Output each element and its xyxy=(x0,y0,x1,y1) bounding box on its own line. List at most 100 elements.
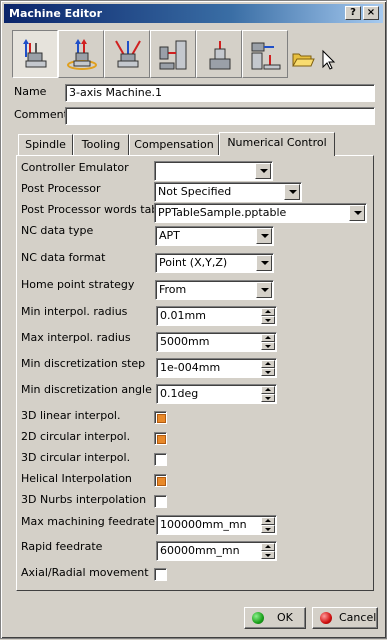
helical-label: Helical Interpolation xyxy=(21,472,132,485)
pp-words-table-value: PPTableSample.pptable xyxy=(158,206,287,219)
min-interpol-radius-spinner[interactable]: 0.01mm xyxy=(156,306,277,326)
max-machining-feedrate-label: Max machining feedrate xyxy=(21,515,155,528)
post-processor-select[interactable]: Not Specified xyxy=(154,182,302,202)
post-processor-label: Post Processor xyxy=(21,182,101,195)
spin-down-icon[interactable] xyxy=(261,342,275,350)
tab-numerical-control[interactable]: Numerical Control xyxy=(219,132,335,156)
home-point-strategy-label: Home point strategy xyxy=(21,278,135,291)
machine-3axis-button[interactable] xyxy=(12,30,58,78)
linear-3d-label: 3D linear interpol. xyxy=(21,409,121,422)
helical-checkbox[interactable] xyxy=(154,474,167,487)
nc-data-format-value: Point (X,Y,Z) xyxy=(159,256,228,269)
horizontal-machine-icon xyxy=(159,40,187,70)
rapid-feedrate-label: Rapid feedrate xyxy=(21,540,103,553)
vertical-machine-icon xyxy=(209,41,231,70)
controller-emulator-select[interactable] xyxy=(154,161,273,181)
min-interpol-radius-value: 0.01mm xyxy=(160,309,206,322)
window-title: Machine Editor xyxy=(9,7,103,20)
circular-3d-label: 3D circular interpol. xyxy=(21,451,131,464)
nc-data-type-select[interactable]: APT xyxy=(155,226,274,246)
spin-down-icon[interactable] xyxy=(261,394,275,402)
chevron-down-icon[interactable] xyxy=(256,228,272,244)
machine-editor-dialog: Machine Editor ? × Name 3-axis Machine.1… xyxy=(0,0,387,639)
select-arrow-icon xyxy=(322,49,336,70)
max-interpol-radius-label: Max interpol. radius xyxy=(21,331,131,344)
rapid-feedrate-spinner[interactable]: 60000mm_mn xyxy=(156,541,277,561)
horizontal-machine-button[interactable] xyxy=(150,30,196,78)
vertical-machine-button[interactable] xyxy=(196,30,242,78)
post-processor-value: Not Specified xyxy=(158,185,232,198)
min-discretization-step-value: 1e-004mm xyxy=(160,361,221,374)
machine-5axis-icon xyxy=(115,40,141,68)
circular-3d-checkbox[interactable] xyxy=(154,453,167,466)
machine-3axis-icon xyxy=(23,39,47,68)
lathe-machine-button[interactable] xyxy=(242,30,288,78)
close-button[interactable]: × xyxy=(363,6,379,20)
circular-2d-checkbox[interactable] xyxy=(154,432,167,445)
min-discretization-angle-spinner[interactable]: 0.1deg xyxy=(156,384,277,404)
spin-down-icon[interactable] xyxy=(261,551,275,559)
comment-label: Comment xyxy=(14,108,68,121)
max-interpol-radius-spinner[interactable]: 5000mm xyxy=(156,332,277,352)
chevron-down-icon[interactable] xyxy=(284,184,300,200)
ok-button[interactable]: OK xyxy=(244,607,306,629)
ok-label: OK xyxy=(277,611,293,624)
min-discretization-step-spinner[interactable]: 1e-004mm xyxy=(156,358,277,378)
nurbs-3d-label: 3D Nurbs interpolation xyxy=(21,493,147,506)
name-field[interactable]: 3-axis Machine.1 xyxy=(65,84,375,102)
pp-words-table-select[interactable]: PPTableSample.pptable xyxy=(154,203,367,223)
controller-emulator-label: Controller Emulator xyxy=(21,161,129,174)
axial-radial-label: Axial/Radial movement xyxy=(21,566,149,579)
axial-radial-checkbox[interactable] xyxy=(154,568,167,581)
open-folder-icon xyxy=(292,53,315,67)
linear-3d-checkbox[interactable] xyxy=(154,411,167,424)
chevron-down-icon[interactable] xyxy=(255,163,271,179)
spin-up-icon[interactable] xyxy=(261,517,275,525)
cancel-icon xyxy=(320,612,332,624)
tab-spindle[interactable]: Spindle xyxy=(18,134,73,155)
circular-2d-label: 2D circular interpol. xyxy=(21,430,131,443)
pp-words-table-label: Post Processor words table xyxy=(21,203,169,216)
spin-up-icon[interactable] xyxy=(261,334,275,342)
machine-rotary-table-icon xyxy=(67,39,97,70)
home-point-strategy-value: From xyxy=(159,283,187,296)
min-interpol-radius-label: Min interpol. radius xyxy=(21,305,128,318)
nc-data-type-value: APT xyxy=(159,229,180,242)
comment-field[interactable] xyxy=(65,107,375,125)
spin-down-icon[interactable] xyxy=(261,316,275,324)
cancel-label: Cancel xyxy=(339,611,377,624)
chevron-down-icon[interactable] xyxy=(349,205,365,221)
title-bar: Machine Editor ? × xyxy=(4,4,383,23)
chevron-down-icon[interactable] xyxy=(256,255,272,271)
rapid-feedrate-value: 60000mm_mn xyxy=(160,544,240,557)
select-arrow-button[interactable] xyxy=(319,49,343,73)
nurbs-3d-checkbox[interactable] xyxy=(154,495,167,508)
tab-compensation[interactable]: Compensation xyxy=(129,134,219,155)
spin-up-icon[interactable] xyxy=(261,543,275,551)
home-point-strategy-select[interactable]: From xyxy=(155,280,274,300)
lathe-machine-icon xyxy=(251,42,281,70)
min-discretization-angle-value: 0.1deg xyxy=(160,387,199,400)
tab-tooling[interactable]: Tooling xyxy=(73,134,129,155)
open-folder-button[interactable] xyxy=(291,49,315,73)
nc-data-format-select[interactable]: Point (X,Y,Z) xyxy=(155,253,274,273)
cancel-button[interactable]: Cancel xyxy=(312,607,378,629)
machine-5axis-button[interactable] xyxy=(104,30,150,78)
spin-up-icon[interactable] xyxy=(261,308,275,316)
nc-data-type-label: NC data type xyxy=(21,224,94,237)
max-machining-feedrate-spinner[interactable]: 100000mm_mn xyxy=(156,515,277,535)
spin-up-icon[interactable] xyxy=(261,360,275,368)
help-button[interactable]: ? xyxy=(345,6,361,20)
ok-icon xyxy=(252,612,264,624)
max-interpol-radius-value: 5000mm xyxy=(160,335,210,348)
name-label: Name xyxy=(14,85,47,98)
min-discretization-angle-label: Min discretization angle xyxy=(21,383,152,396)
machine-rotary-table-button[interactable] xyxy=(58,30,104,78)
spin-up-icon[interactable] xyxy=(261,386,275,394)
min-discretization-step-label: Min discretization step xyxy=(21,357,146,370)
max-machining-feedrate-value: 100000mm_mn xyxy=(160,518,247,531)
nc-data-format-label: NC data format xyxy=(21,251,106,264)
chevron-down-icon[interactable] xyxy=(256,282,272,298)
spin-down-icon[interactable] xyxy=(261,368,275,376)
spin-down-icon[interactable] xyxy=(261,525,275,533)
